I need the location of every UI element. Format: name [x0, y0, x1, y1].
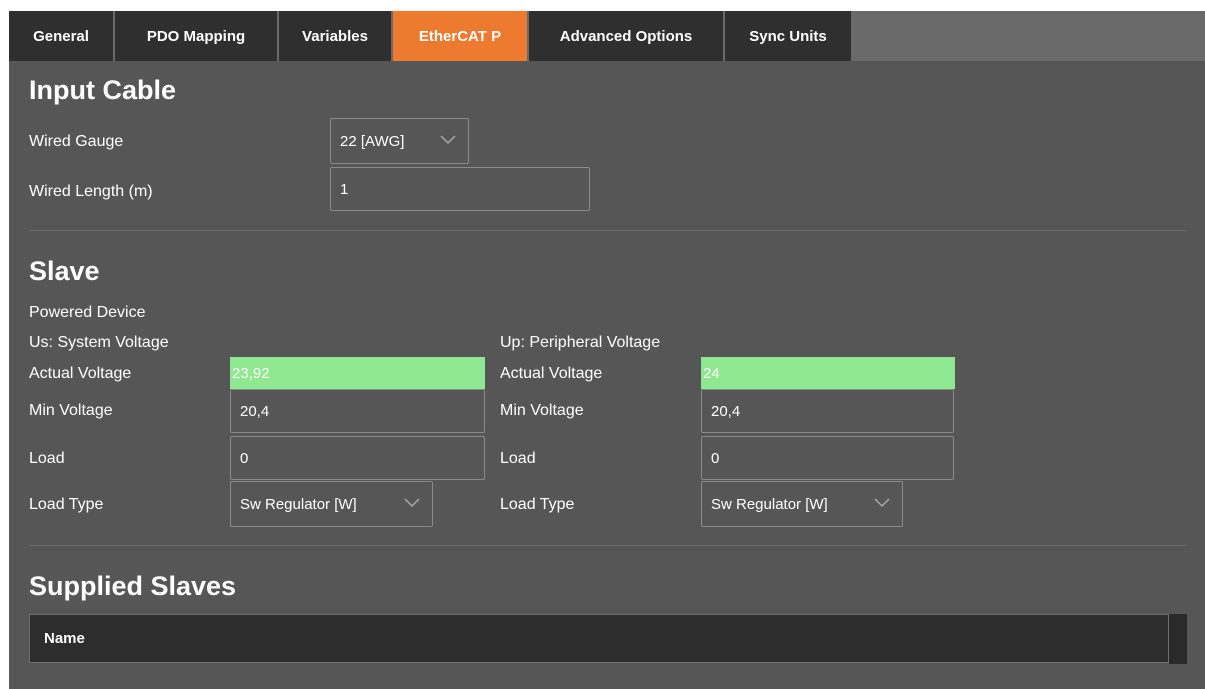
up-actual-voltage-value: 24 — [701, 357, 955, 389]
ethercat-device-panel: General PDO Mapping Variables EtherCAT P… — [9, 11, 1205, 689]
us-load-type-value: Sw Regulator [W] — [240, 495, 357, 513]
up-load-value: 0 — [711, 449, 720, 467]
wired-length-value: 1 — [340, 180, 349, 198]
section-divider — [29, 545, 1186, 546]
us-load-type-label: Load Type — [29, 496, 104, 513]
up-actual-voltage-text: 24 — [703, 364, 720, 382]
up-load-type-label: Load Type — [500, 496, 575, 513]
wired-gauge-label: Wired Gauge — [29, 133, 124, 150]
supplied-slaves-table-header: Name — [29, 614, 1169, 663]
tab-content: Input Cable Wired Gauge 22 [AWG] Wired L… — [9, 61, 1205, 689]
tab-variables[interactable]: Variables — [279, 11, 391, 61]
tab-label: EtherCAT P — [418, 27, 502, 45]
us-min-voltage-value: 20,4 — [240, 402, 270, 420]
chevron-down-icon — [874, 498, 890, 508]
tab-advanced-options[interactable]: Advanced Options — [529, 11, 723, 61]
tab-label: Sync Units — [749, 27, 827, 45]
tab-label: Variables — [302, 27, 368, 45]
slave-title: Slave — [29, 256, 100, 286]
tab-sync-units[interactable]: Sync Units — [725, 11, 851, 61]
tab-label: Advanced Options — [559, 27, 693, 45]
tab-label: PDO Mapping — [146, 27, 246, 45]
up-load-type-select[interactable]: Sw Regulator [W] — [701, 481, 903, 527]
up-load-label: Load — [500, 450, 536, 467]
us-min-voltage-label: Min Voltage — [29, 402, 113, 419]
chevron-down-icon — [404, 498, 420, 508]
up-min-voltage-input[interactable]: 20,4 — [701, 389, 954, 433]
input-cable-title: Input Cable — [29, 75, 176, 105]
table-scrollbar[interactable] — [1169, 614, 1187, 664]
tab-general[interactable]: General — [9, 11, 113, 61]
wired-length-label: Wired Length (m) — [29, 183, 153, 200]
us-system-voltage-heading: Us: System Voltage — [29, 334, 169, 351]
us-load-label: Load — [29, 450, 65, 467]
us-actual-voltage-text: 23,92 — [232, 364, 270, 382]
section-divider — [29, 230, 1186, 231]
up-min-voltage-value: 20,4 — [711, 402, 741, 420]
wired-gauge-select[interactable]: 22 [AWG] — [330, 118, 469, 164]
us-actual-voltage-label: Actual Voltage — [29, 365, 132, 382]
up-actual-voltage-label: Actual Voltage — [500, 365, 603, 382]
tab-label: General — [33, 27, 89, 45]
us-min-voltage-input[interactable]: 20,4 — [230, 389, 485, 433]
up-load-input[interactable]: 0 — [701, 436, 954, 480]
us-load-value: 0 — [240, 449, 249, 467]
us-actual-voltage-value: 23,92 — [230, 357, 485, 389]
powered-device-label: Powered Device — [29, 304, 146, 321]
up-load-type-value: Sw Regulator [W] — [711, 495, 828, 513]
up-peripheral-voltage-heading: Up: Peripheral Voltage — [500, 334, 661, 351]
wired-gauge-value: 22 [AWG] — [340, 132, 405, 150]
tab-bar: General PDO Mapping Variables EtherCAT P… — [9, 11, 1205, 61]
tab-pdo-mapping[interactable]: PDO Mapping — [115, 11, 277, 61]
wired-length-input[interactable]: 1 — [330, 167, 590, 211]
us-load-input[interactable]: 0 — [230, 436, 485, 480]
tab-ethercat-p[interactable]: EtherCAT P — [393, 11, 527, 61]
supplied-slaves-title: Supplied Slaves — [29, 571, 237, 601]
us-load-type-select[interactable]: Sw Regulator [W] — [230, 481, 433, 527]
up-min-voltage-label: Min Voltage — [500, 402, 584, 419]
chevron-down-icon — [440, 135, 456, 145]
column-header-name[interactable]: Name — [44, 630, 85, 647]
